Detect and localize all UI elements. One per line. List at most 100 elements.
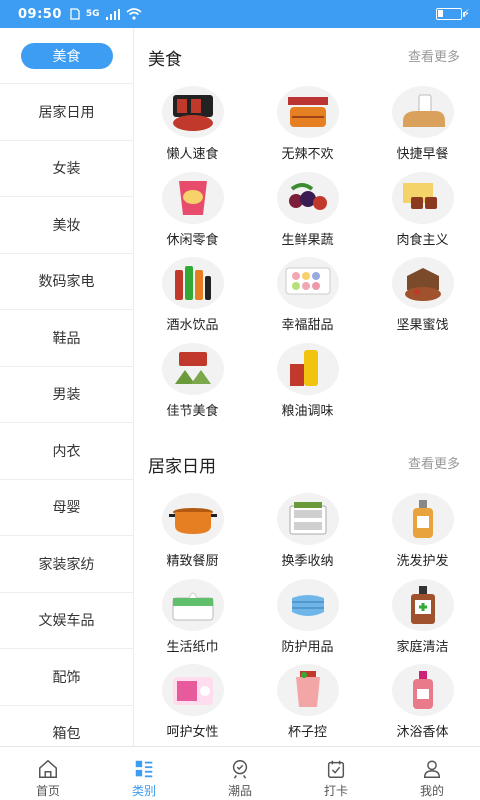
sidebar-item[interactable]: 居家日用 <box>0 84 133 141</box>
subcategory-grid: 精致餐厨 换季收纳 洗发护发生活纸巾 防护用品 家庭清洁呵护女性 杯子控 沐浴香体 <box>135 487 480 746</box>
cup-icon <box>276 664 339 716</box>
checkin-icon <box>327 760 345 778</box>
view-more-link[interactable]: 查看更多 <box>408 46 460 65</box>
body-wash-icon <box>391 664 454 716</box>
subcategory-item[interactable]: 换季收纳 <box>250 493 365 579</box>
sidebar-item-label: 母婴 <box>52 500 81 517</box>
drinks-icon <box>161 257 224 309</box>
sidebar-item-label: 配饰 <box>52 669 81 686</box>
mask-icon <box>276 578 339 631</box>
section-title: 居家日用 <box>148 457 216 477</box>
wifi-icon <box>126 8 142 20</box>
subcategory-item[interactable]: 休闲零食 <box>135 171 250 258</box>
sidebar-item-label: 美妆 <box>52 217 81 234</box>
sidebar-item-label: 鞋品 <box>52 330 81 347</box>
instant-noodles-icon <box>161 86 224 138</box>
tab-home[interactable]: 首页 <box>0 747 96 800</box>
subcategory-item[interactable]: 幸福甜品 <box>250 257 365 343</box>
subcategory-item[interactable]: 无辣不欢 <box>250 86 365 172</box>
subcategory-label: 洗发护发 <box>396 554 449 569</box>
subcategory-label: 换季收纳 <box>281 554 334 569</box>
subcategory-label: 懒人速食 <box>166 147 219 162</box>
product-image <box>412 500 433 538</box>
sidebar-item[interactable]: 家装家纺 <box>0 536 133 593</box>
subcategory-item[interactable]: 生鲜果蔬 <box>250 171 365 258</box>
product-image <box>410 585 435 624</box>
status-time: 09:50 <box>18 6 62 22</box>
tab-checkin[interactable]: 打卡 <box>288 747 384 800</box>
bottom-tab-bar: 首页 类别 潮品 打卡 我的 <box>0 746 480 800</box>
pad-icon <box>161 664 224 716</box>
sidebar-item[interactable]: 内衣 <box>0 423 133 480</box>
product-image <box>285 267 330 295</box>
subcategory-item[interactable]: 肉食主义 <box>365 171 480 258</box>
subcategory-item[interactable]: 粮油调味 <box>250 342 365 429</box>
subcategory-item[interactable]: 懒人速食 <box>135 86 250 172</box>
product-image <box>412 671 433 709</box>
subcategory-label: 粮油调味 <box>281 403 334 419</box>
subcategory-item[interactable]: 防护用品 <box>250 578 365 665</box>
subcategory-item[interactable]: 快捷早餐 <box>365 86 480 172</box>
tissue-icon <box>161 578 224 631</box>
tab-label: 打卡 <box>323 784 348 798</box>
sidebar-item[interactable]: 配饰 <box>0 649 133 706</box>
sidebar-item-label: 箱包 <box>52 726 81 743</box>
subcategory-label: 杯子控 <box>287 725 327 740</box>
sidebar-item[interactable]: 美食 <box>0 28 133 84</box>
product-image <box>172 677 213 705</box>
sidebar-item[interactable]: 文娱车品 <box>0 593 133 649</box>
sidebar-item[interactable]: 母婴 <box>0 480 133 536</box>
sidebar-item-label: 数码家电 <box>38 274 95 291</box>
status-bar: 09:50 5G ⚡ <box>0 0 480 28</box>
subcategory-label: 防护用品 <box>281 639 334 655</box>
subcategory-item[interactable]: 酒水饮品 <box>135 257 250 343</box>
subcategory-item[interactable]: 家庭清洁 <box>365 578 480 665</box>
sidebar-item[interactable]: 美妆 <box>0 197 133 254</box>
sidebar-item[interactable]: 男装 <box>0 367 133 423</box>
subcategory-item[interactable]: 杯子控 <box>250 664 365 746</box>
tab-label: 潮品 <box>227 784 252 798</box>
subcategory-label: 酒水饮品 <box>166 318 219 333</box>
product-image <box>172 95 213 131</box>
subcategory-item[interactable]: 沐浴香体 <box>365 664 480 746</box>
subcategory-label: 休闲零食 <box>166 232 219 248</box>
tab-user[interactable]: 我的 <box>384 747 480 800</box>
subcategory-label: 坚果蜜饯 <box>396 318 449 333</box>
tab-category[interactable]: 类别 <box>96 747 192 800</box>
sidebar-item-label: 文娱车品 <box>38 613 95 630</box>
view-more-link[interactable]: 查看更多 <box>408 453 460 472</box>
pot-icon <box>161 493 224 545</box>
tab-label: 我的 <box>419 784 444 798</box>
subcategory-item[interactable]: 坚果蜜饯 <box>365 257 480 343</box>
subcategory-grid: 懒人速食 无辣不欢 快捷早餐休闲零食 生鲜果蔬 肉食主义酒水饮品 幸福甜品 坚果蜜饯佳节美食… <box>135 80 480 428</box>
subcategory-label: 肉食主义 <box>396 232 449 248</box>
product-image <box>402 94 445 127</box>
sidebar-item[interactable]: 女装 <box>0 141 133 197</box>
sidebar-item[interactable]: 数码家电 <box>0 254 133 310</box>
shampoo-icon <box>391 493 454 545</box>
sidebar-item-label: 内衣 <box>52 443 81 460</box>
subcategory-label: 精致餐厨 <box>166 554 219 569</box>
subcategory-item[interactable]: 洗发护发 <box>365 493 480 579</box>
trend-icon <box>232 760 248 779</box>
sidebar-item[interactable]: 鞋品 <box>0 310 133 367</box>
subcategory-item[interactable]: 精致餐厨 <box>135 493 250 579</box>
product-image <box>178 180 207 215</box>
subcategory-item[interactable]: 呵护女性 <box>135 664 250 746</box>
tab-trend[interactable]: 潮品 <box>192 747 288 800</box>
storage-box-icon <box>276 493 339 545</box>
sidebar-item[interactable]: 箱包 <box>0 706 133 747</box>
subcategory-label: 家庭清洁 <box>396 639 449 655</box>
section-title: 美食 <box>148 50 182 70</box>
nuts-icon <box>391 257 454 309</box>
sidebar-item-label: 男装 <box>52 387 81 404</box>
subcategory-item[interactable]: 佳节美食 <box>135 342 250 429</box>
sidebar-item-label: 女装 <box>52 161 81 178</box>
meat-icon <box>391 171 454 224</box>
subcategory-label: 佳节美食 <box>166 403 219 419</box>
section-household: 居家日用 查看更多 精致餐厨 换季收纳 洗发护发生活纸巾 防护用品 家庭清洁呵护女性 杯子… <box>135 435 480 746</box>
charging-icon: ⚡ <box>462 7 470 20</box>
subcategory-label: 沐浴香体 <box>396 725 449 740</box>
sidebar-item-label: 美食 <box>20 42 113 69</box>
subcategory-item[interactable]: 生活纸巾 <box>135 578 250 665</box>
